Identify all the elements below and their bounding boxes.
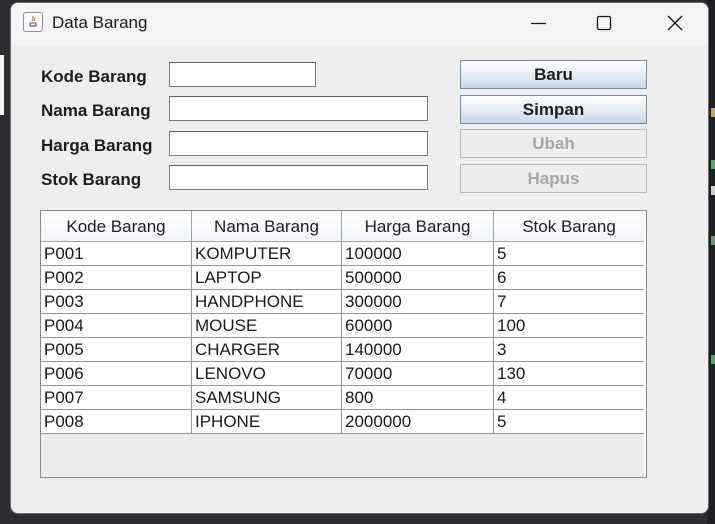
table-cell: 7	[494, 290, 645, 314]
column-header-stok-barang[interactable]: Stok Barang	[494, 211, 645, 242]
table-cell: 70000	[342, 362, 494, 386]
maximize-button[interactable]	[581, 3, 627, 45]
hapus-button[interactable]: Hapus	[460, 164, 647, 193]
table-cell: 5	[494, 410, 645, 434]
minimize-icon	[531, 22, 546, 25]
table-cell: P004	[41, 314, 192, 338]
table-row[interactable]: P006 LENOVO 70000 130	[41, 362, 645, 386]
table-cell: 4	[494, 386, 645, 410]
table-cell: 100	[494, 314, 645, 338]
table-cell: LENOVO	[192, 362, 342, 386]
column-header-kode-barang[interactable]: Kode Barang	[41, 211, 192, 242]
table-cell: LAPTOP	[192, 266, 342, 290]
table-row[interactable]: P004 MOUSE 60000 100	[41, 314, 645, 338]
table-cell: P005	[41, 338, 192, 362]
table-cell: HANDPHONE	[192, 290, 342, 314]
title-bar[interactable]: Data Barang	[11, 3, 708, 45]
close-button[interactable]	[651, 3, 697, 45]
harga-barang-input[interactable]	[169, 131, 428, 156]
close-icon	[667, 15, 683, 31]
table-cell: CHARGER	[192, 338, 342, 362]
harga-barang-label: Harga Barang	[41, 136, 153, 155]
data-barang-window: Data Barang Kode Barang Nama Barang Harg…	[10, 2, 709, 514]
table-cell: 6	[494, 266, 645, 290]
background-editor-edge	[0, 55, 4, 115]
table-row[interactable]: P007 SAMSUNG 800 4	[41, 386, 645, 410]
table-cell: P001	[41, 242, 192, 266]
table-cell: 100000	[342, 242, 494, 266]
ubah-button[interactable]: Ubah	[460, 129, 647, 158]
table-row[interactable]: P003 HANDPHONE 300000 7	[41, 290, 645, 314]
barang-table[interactable]: Kode Barang Nama Barang Harga Barang Sto…	[40, 210, 647, 478]
table-cell: 500000	[342, 266, 494, 290]
nama-barang-input[interactable]	[169, 96, 428, 121]
table-row[interactable]: P005 CHARGER 140000 3	[41, 338, 645, 362]
table-cell: 3	[494, 338, 645, 362]
table-cell: P003	[41, 290, 192, 314]
table-cell: MOUSE	[192, 314, 342, 338]
window-title: Data Barang	[52, 13, 148, 32]
table-cell: 5	[494, 242, 645, 266]
table-row[interactable]: P001 KOMPUTER 100000 5	[41, 242, 645, 266]
table-cell: IPHONE	[192, 410, 342, 434]
java-app-icon	[23, 12, 43, 32]
table-cell: P008	[41, 410, 192, 434]
kode-barang-input[interactable]	[169, 62, 316, 87]
table-cell: 800	[342, 386, 494, 410]
table-cell: 300000	[342, 290, 494, 314]
baru-button[interactable]: Baru	[460, 60, 647, 89]
nama-barang-label: Nama Barang	[41, 101, 151, 120]
table-row[interactable]: P002 LAPTOP 500000 6	[41, 266, 645, 290]
column-header-harga-barang[interactable]: Harga Barang	[342, 211, 494, 242]
simpan-button[interactable]: Simpan	[460, 95, 647, 124]
table-cell: P002	[41, 266, 192, 290]
stok-barang-label: Stok Barang	[41, 170, 142, 189]
table-row[interactable]: P008 IPHONE 2000000 5	[41, 410, 645, 434]
table-cell: 130	[494, 362, 645, 386]
table-cell: P006	[41, 362, 192, 386]
table-cell: 60000	[342, 314, 494, 338]
table-cell: 2000000	[342, 410, 494, 434]
minimize-button[interactable]	[514, 3, 560, 45]
table-cell: KOMPUTER	[192, 242, 342, 266]
table-cell: 140000	[342, 338, 494, 362]
kode-barang-label: Kode Barang	[41, 67, 147, 86]
maximize-icon	[596, 15, 612, 31]
table-cell: SAMSUNG	[192, 386, 342, 410]
column-header-nama-barang[interactable]: Nama Barang	[192, 211, 342, 242]
table-cell: P007	[41, 386, 192, 410]
stok-barang-input[interactable]	[169, 165, 428, 190]
table-header: Kode Barang Nama Barang Harga Barang Sto…	[41, 211, 645, 242]
